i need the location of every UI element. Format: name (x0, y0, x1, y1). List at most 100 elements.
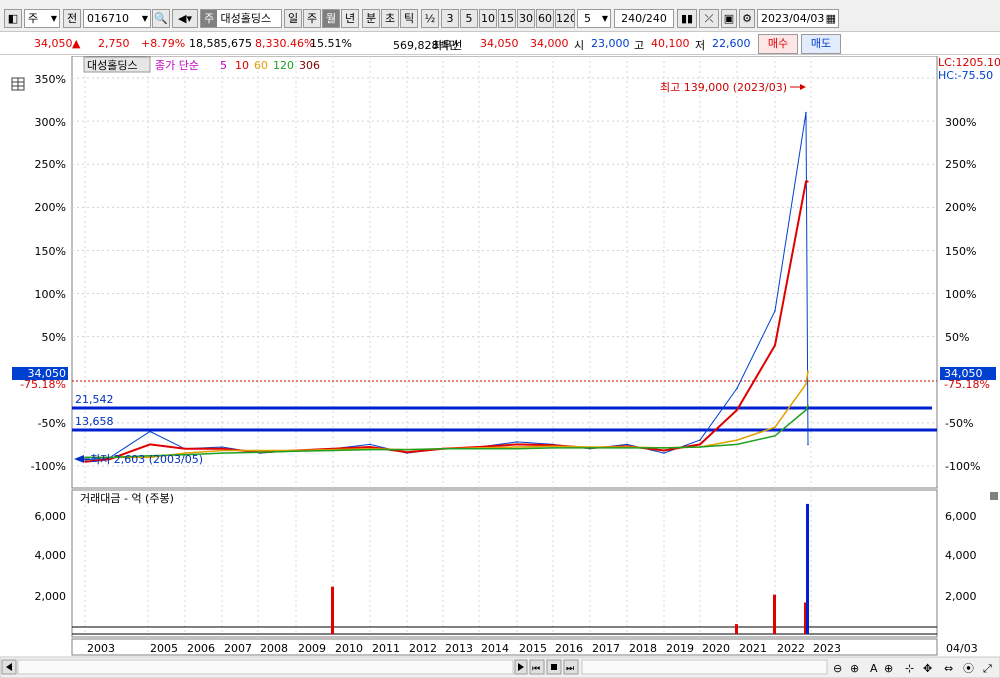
interval-30-button[interactable]: 30 (517, 9, 535, 28)
period-minute-button[interactable]: 분 (362, 9, 380, 28)
crosshair-icon[interactable]: ⊹ (905, 662, 914, 675)
stock-name-field[interactable]: 주 대성홀딩스 (200, 9, 282, 28)
table-icon[interactable] (11, 77, 25, 91)
y-tick-label: 100% (35, 288, 66, 301)
high-label: 고 (634, 39, 645, 52)
x-tick-label: 2013 (445, 642, 473, 655)
volume: 18,585,675 (189, 37, 252, 50)
x-tick-label: 2021 (739, 642, 767, 655)
x-axis: 2003 2005 2006 2007 2008 2009 2010 2011 2012 2013… (87, 642, 841, 655)
change-percent: +8.79% (141, 37, 186, 50)
y-tick-label: 350% (35, 73, 66, 86)
count-field[interactable]: 240/240 (614, 9, 674, 28)
interval-10-button[interactable]: 10 (479, 9, 497, 28)
code-input[interactable]: 016710 ▼ (83, 9, 151, 28)
x-tick-label: 2009 (298, 642, 326, 655)
volume-bar (773, 594, 776, 634)
x-tick-label: 2007 (224, 642, 252, 655)
speaker-icon[interactable]: ◀▾ (172, 9, 198, 28)
volume-bar (331, 586, 334, 634)
layout-icon[interactable]: ◧ (4, 9, 22, 28)
zoom-track[interactable] (581, 659, 828, 675)
series-point (805, 409, 807, 411)
period-week-button[interactable]: 주 (303, 9, 321, 28)
dropdown-icon: ▼ (141, 14, 148, 23)
support-line-1-label: 21,542 (75, 393, 114, 406)
x-axis-right-label: 04/03 (946, 642, 978, 655)
zoom-out-icon[interactable]: ⊖ (833, 662, 842, 675)
series-point (774, 344, 776, 347)
search-icon[interactable]: 🔍 (152, 9, 170, 28)
y-tick-label: -50% (945, 417, 973, 430)
scroll-bar[interactable]: ⏮ ⏭ ⊖ ⊕ A ⊕ ⊹ ✥ ⇔ ⦿ ⤢ (0, 656, 1000, 678)
series-point (442, 448, 444, 450)
series-point (807, 404, 809, 407)
buy-button[interactable]: 매수 (758, 34, 798, 54)
settings-icon[interactable]: ⚙ (739, 9, 755, 28)
fit-icon[interactable]: ⇔ (944, 662, 953, 675)
candle-icon[interactable]: ▮▮ (677, 9, 697, 28)
hc-label: HC:-75.50 (938, 69, 993, 82)
compare-icon[interactable]: ⤫ (699, 9, 719, 28)
date-input[interactable]: 2023/04/03 ▦ (757, 9, 839, 28)
interval-5-button[interactable]: 5 (460, 9, 478, 28)
series-point (589, 447, 591, 449)
zoom-in-icon[interactable]: ⊕ (850, 662, 859, 675)
x-tick-label: 2019 (666, 642, 694, 655)
series-point (516, 441, 518, 443)
volume-tick-label: 2,000 (945, 590, 977, 603)
series-point (807, 370, 809, 373)
current-price: 34,050 (34, 37, 73, 50)
legend-ma-60: 60 (254, 59, 268, 72)
x-tick-label: 2017 (592, 642, 620, 655)
high-annotation: 최고 139,000 (2023/03) (660, 81, 787, 94)
price-change: 2,750 (98, 37, 130, 50)
legend-ma-5: 5 (220, 59, 227, 72)
current-pct-left: -75.18% (20, 378, 66, 391)
series-point (626, 447, 628, 449)
interval-120-button[interactable]: 120 (555, 9, 575, 28)
text-tool-icon[interactable]: A (870, 662, 878, 675)
volume-tick-label: 6,000 (35, 510, 67, 523)
line-tool-icon[interactable]: ⊕ (884, 662, 893, 675)
period-day-button[interactable]: 일 (284, 9, 302, 28)
series-point (807, 443, 809, 446)
series-point (774, 435, 776, 437)
series-point (369, 443, 371, 446)
series-point (626, 443, 628, 446)
expand-icon[interactable]: ⤢ (983, 662, 992, 675)
y-tick-label: 150% (35, 245, 66, 258)
period-year-button[interactable]: 년 (341, 9, 359, 28)
interval-input[interactable]: 5 ▼ (577, 9, 611, 28)
series-point (736, 387, 738, 390)
interval-3-button[interactable]: 3 (441, 9, 459, 28)
prev-button[interactable]: 전 (63, 9, 81, 28)
save-icon[interactable]: ▣ (721, 9, 737, 28)
period-tick-button[interactable]: 틱 (400, 9, 418, 28)
sell-button[interactable]: 매도 (801, 34, 841, 54)
x-tick-label: 2018 (629, 642, 657, 655)
period-month-button[interactable]: 월 (322, 9, 340, 28)
x-tick-label: 2020 (702, 642, 730, 655)
panel-close-icon[interactable] (990, 492, 998, 500)
x-tick-label: 2008 (260, 642, 288, 655)
interval-60-button[interactable]: 60 (536, 9, 554, 28)
x-tick-label: 2023 (813, 642, 841, 655)
interval-15-button[interactable]: 15 (498, 9, 516, 28)
series-point (332, 449, 334, 452)
x-tick-label: 2011 (372, 642, 400, 655)
price-chart[interactable]: 대성홀딩스 종가 단순 5 10 60 120 306 LC:1205.10 H… (0, 56, 1000, 678)
legend-ma-10: 10 (235, 59, 249, 72)
series-point (149, 430, 151, 433)
magnet-icon[interactable]: ⦿ (963, 662, 974, 675)
series-point (699, 439, 701, 441)
low-annotation: 최저 2,603 (2003/05) (90, 453, 203, 466)
series-point (552, 445, 554, 448)
fraction-button[interactable]: ½ (421, 9, 439, 28)
move-icon[interactable]: ✥ (923, 662, 932, 675)
period-second-button[interactable]: 초 (381, 9, 399, 28)
series-point (406, 448, 408, 451)
scroll-track[interactable] (17, 659, 514, 675)
market-select[interactable]: 주 ▼ (24, 9, 60, 28)
y-tick-label: -100% (945, 460, 980, 473)
